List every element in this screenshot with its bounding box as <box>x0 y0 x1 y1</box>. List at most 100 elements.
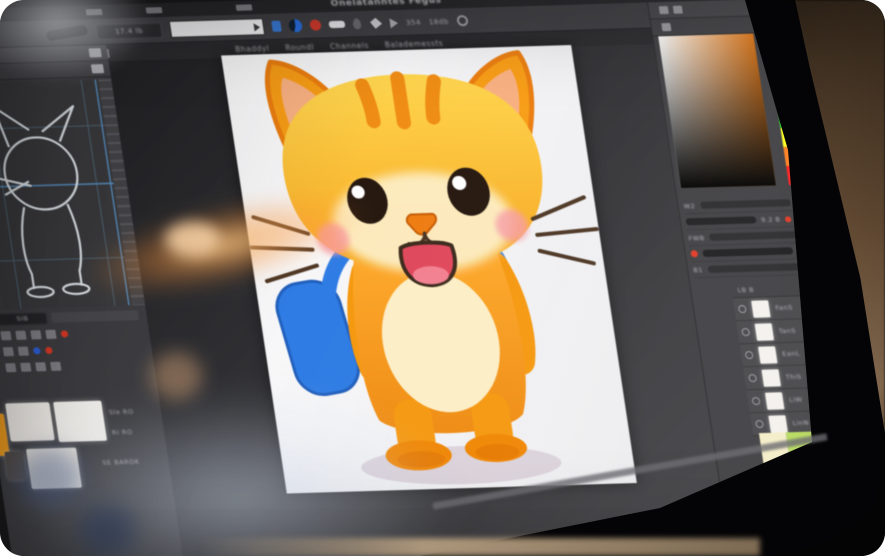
panel-header-icon[interactable] <box>661 22 672 32</box>
flag-icon[interactable] <box>45 329 57 339</box>
brush-tool-icon[interactable] <box>45 24 89 41</box>
prop-slider[interactable] <box>709 231 801 241</box>
cat-artwork <box>249 50 599 485</box>
star-icon[interactable] <box>50 361 62 371</box>
hue-band[interactable] <box>771 70 792 91</box>
color-wheel-icon[interactable] <box>288 18 303 33</box>
hue-band[interactable] <box>774 89 795 110</box>
layer-thumbnail[interactable] <box>764 391 785 410</box>
mask-icon[interactable] <box>836 495 847 505</box>
panel-header-icon[interactable] <box>88 48 102 58</box>
record-dot[interactable] <box>690 250 699 258</box>
layer-thumbnail[interactable] <box>751 299 771 318</box>
folder-icon[interactable] <box>800 496 811 506</box>
visibility-eye-icon[interactable] <box>751 396 761 406</box>
layer-thumbnail[interactable] <box>757 345 778 364</box>
blue-chip-icon[interactable] <box>794 198 805 207</box>
swatch-row-label: SE BAROK <box>101 457 141 467</box>
visibility-eye-icon[interactable] <box>748 373 758 383</box>
prop-slider[interactable] <box>699 199 791 209</box>
layer-name: EanL <box>781 349 801 359</box>
layer-name: LiW <box>788 395 804 405</box>
color-picker-gradient[interactable] <box>658 33 776 189</box>
panel-label[interactable]: SIB <box>0 312 48 325</box>
chip-icon[interactable] <box>811 245 822 255</box>
prop-slider[interactable] <box>707 262 829 273</box>
chip-icon[interactable] <box>817 229 829 238</box>
prop-label: W2 <box>683 201 696 210</box>
cat-stripe <box>390 71 411 130</box>
brush-preset-dropdown[interactable]: 17.4 lb <box>94 21 164 40</box>
refresh-icon[interactable] <box>455 14 469 27</box>
swatch[interactable] <box>26 447 82 490</box>
chip-icon[interactable] <box>803 230 815 239</box>
prop-label: B1 <box>692 265 704 274</box>
layer-name: LinN <box>791 418 810 428</box>
menu-item[interactable] <box>145 7 163 14</box>
hue-band[interactable] <box>783 146 804 167</box>
visibility-eye-icon[interactable] <box>737 304 747 314</box>
layers-header-label: LB B <box>736 285 755 295</box>
properties-panel: W2 9.2 B FWB B1 <box>682 191 885 279</box>
canvas-paper[interactable] <box>221 45 637 494</box>
panel-header-icon[interactable] <box>672 5 683 14</box>
swatch[interactable] <box>53 400 108 443</box>
zoom-value[interactable]: 354 <box>405 18 421 26</box>
gradient-icon[interactable] <box>20 362 32 372</box>
swatch[interactable] <box>5 402 55 442</box>
cat-stripe <box>425 74 441 125</box>
new-icon[interactable] <box>782 497 793 506</box>
swatch-palette[interactable] <box>758 427 885 491</box>
grid-icon[interactable] <box>30 329 42 339</box>
visibility-eye-icon[interactable] <box>741 327 751 337</box>
layers-panel: LB B2 B FanS TanS <box>730 276 885 437</box>
panel-bar[interactable] <box>50 310 140 323</box>
canvas-pasteboard[interactable] <box>108 44 744 556</box>
hue-band[interactable] <box>766 32 787 53</box>
window-title: Onelatanntes Fegus <box>330 0 443 9</box>
menu-item[interactable] <box>85 8 103 16</box>
layers-list: FanS TanS EanL ThiS LiW LinN <box>732 291 885 437</box>
layer-thumbnail[interactable] <box>754 322 775 341</box>
history-icon[interactable] <box>0 330 12 340</box>
document-icon[interactable] <box>271 20 282 32</box>
play-arrow-icon[interactable] <box>389 17 399 28</box>
menu-item[interactable] <box>235 4 253 11</box>
pattern-icon[interactable] <box>35 361 47 371</box>
menu-icon[interactable] <box>872 494 883 504</box>
blue-chip-icon[interactable] <box>825 245 836 254</box>
swatch-dark[interactable] <box>4 451 27 480</box>
cat-whiskers-right <box>530 195 599 266</box>
layer-thumbnail[interactable] <box>768 414 788 433</box>
trash-icon[interactable] <box>854 495 865 504</box>
swatch-row-label: Sle RO <box>108 407 135 417</box>
hue-band[interactable] <box>786 165 806 186</box>
shape-tool-icon[interactable] <box>368 18 383 29</box>
visibility-eye-icon[interactable] <box>754 419 765 429</box>
layer-name: FanS <box>774 303 794 313</box>
chip-icon[interactable] <box>797 246 808 255</box>
mask-icon[interactable] <box>17 346 29 356</box>
panel-header-icon[interactable] <box>658 5 669 15</box>
record-dot-icon[interactable] <box>309 19 322 31</box>
prop-label: FWB <box>687 233 706 242</box>
toolbar-text-input[interactable] <box>168 18 266 38</box>
move-icon[interactable] <box>15 330 27 340</box>
mode-label[interactable]: 18db <box>428 17 449 26</box>
layer-thumbnail[interactable] <box>761 368 781 387</box>
value-pill <box>328 20 346 29</box>
droplet-icon[interactable] <box>352 18 362 30</box>
prop-field[interactable] <box>685 216 757 226</box>
fx-icon[interactable] <box>818 496 829 505</box>
photo-of-monitor: Onelatanntes Fegus 17.4 lb 354 18db Bhad… <box>0 0 885 556</box>
status-dot-red <box>60 329 69 338</box>
prop-slider[interactable] <box>702 247 794 258</box>
hue-band[interactable] <box>777 108 798 129</box>
swatch-icon[interactable] <box>5 362 17 372</box>
visibility-eye-icon[interactable] <box>744 350 754 360</box>
layers-icon[interactable] <box>2 346 14 356</box>
panel-header-icon[interactable] <box>90 64 105 74</box>
hue-band[interactable] <box>780 127 801 148</box>
hue-band[interactable] <box>769 51 789 72</box>
prop-label: 9.2 B <box>760 215 781 224</box>
